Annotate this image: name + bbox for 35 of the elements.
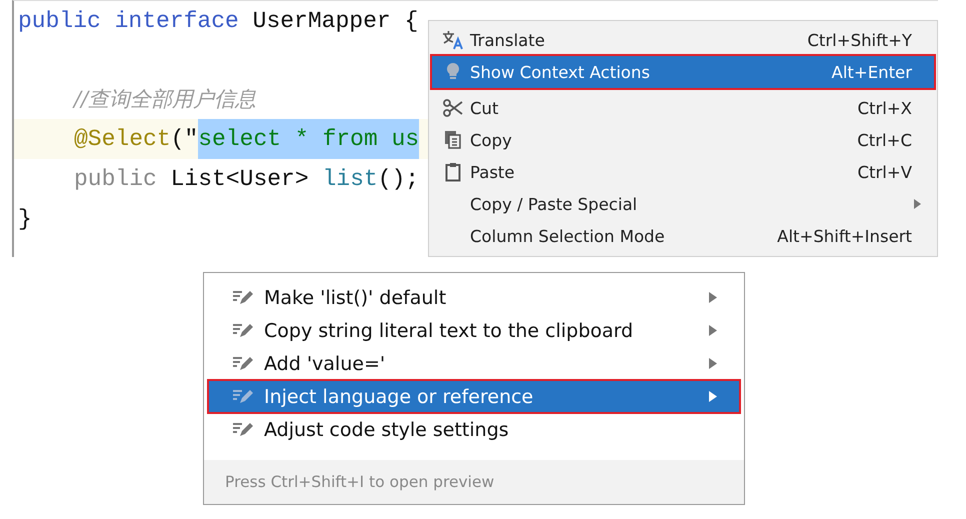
pencil-lines-icon — [232, 388, 254, 404]
code-token: select * from us — [198, 119, 420, 159]
intention-item[interactable]: Adjust code style settings — [208, 413, 740, 446]
pencil-lines-icon — [232, 422, 254, 438]
pencil-lines-icon — [232, 290, 254, 306]
scissors-icon — [443, 98, 463, 118]
preview-hint: Press Ctrl+Shift+I to open preview — [204, 460, 744, 504]
copy-icon — [444, 130, 462, 150]
code-token: } — [18, 205, 32, 234]
menu-item[interactable]: Column Selection Mode Alt+Shift+Insert — [432, 220, 934, 252]
pencil-lines-icon — [232, 322, 254, 338]
intention-item[interactable]: Inject language or reference — [208, 380, 740, 413]
intention-item[interactable]: Add 'value=' — [208, 347, 740, 380]
code-token: //查询全部用户信息 — [74, 86, 256, 113]
menu-item[interactable]: Copy / Paste Special — [432, 188, 934, 220]
code-token: public — [74, 165, 157, 194]
code-token: (); — [378, 165, 420, 194]
code-token: UserMapper — [252, 7, 392, 36]
code-token: List<User> — [170, 165, 310, 194]
code-token: list — [322, 165, 378, 194]
menu-item[interactable]: Translate Ctrl+Shift+Y — [432, 24, 934, 56]
clipboard-icon — [445, 162, 461, 182]
menu-item[interactable]: Cut Ctrl+X — [432, 92, 934, 124]
code-token: @Select — [74, 125, 171, 154]
code-token: (" — [170, 125, 198, 154]
lightbulb-icon — [445, 62, 461, 82]
menu-item[interactable]: Show Context Actions Alt+Enter — [432, 56, 934, 88]
code-token: public interface — [18, 7, 239, 36]
menu-item[interactable]: Copy Ctrl+C — [432, 124, 934, 156]
pencil-lines-icon — [232, 356, 254, 372]
code-token: { — [404, 7, 418, 36]
intention-item[interactable]: Make 'list()' default — [208, 281, 740, 314]
translate-icon — [442, 30, 464, 50]
intention-item[interactable]: Copy string literal text to the clipboard — [208, 314, 740, 347]
menu-item[interactable]: Paste Ctrl+V — [432, 156, 934, 188]
